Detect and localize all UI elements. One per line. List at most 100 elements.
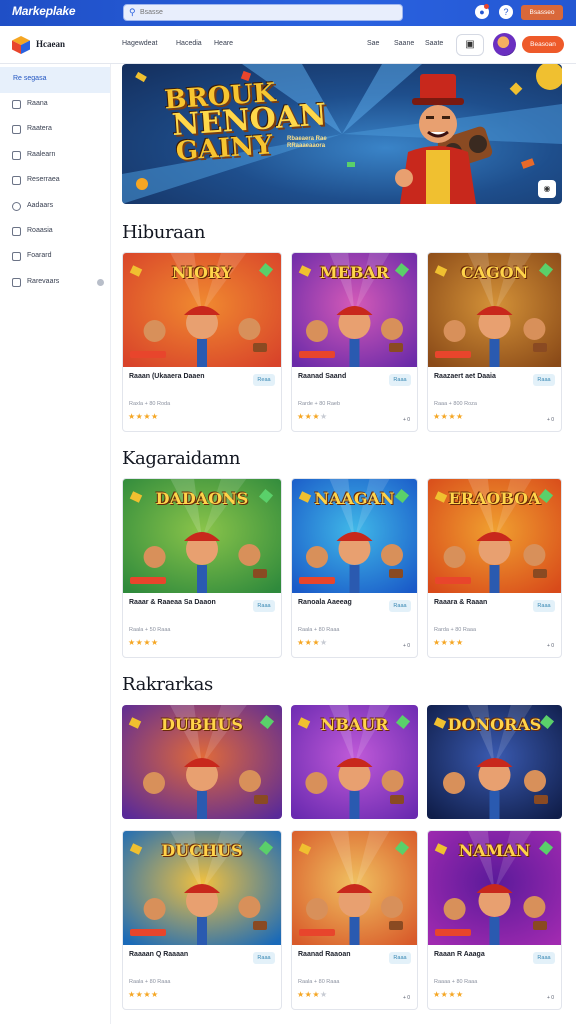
game-card[interactable]: ERAOBOA Raaara & Raaan Raaa Rarda + 80 Raaa…: [427, 478, 562, 658]
hero-banner[interactable]: BROUK NENOAN GAINY Rbaeaera Rae RRaaaeaa…: [122, 64, 562, 204]
top-button[interactable]: Bsasseo: [521, 5, 563, 20]
document-icon: [12, 151, 21, 160]
star-icon: ★: [128, 412, 136, 421]
sidebar-item-9[interactable]: Rarevaars: [0, 270, 110, 296]
price-chip[interactable]: Raaa: [533, 374, 555, 386]
sidebar-item-4[interactable]: Raalearn: [0, 143, 110, 169]
review-count: + 0: [403, 995, 411, 1001]
game-name[interactable]: Raaan R Aaaga: [434, 951, 485, 958]
game-name[interactable]: Ranoala Aaeeag: [298, 599, 352, 606]
review-count: + 0: [547, 643, 555, 649]
star-icon: ★: [448, 412, 457, 421]
sidebar-item-7[interactable]: Roaasia: [0, 219, 110, 245]
sidebar-item-2[interactable]: Raana: [0, 92, 110, 118]
sidebar: Re segasa Raana Raatera Raalearn Reserra…: [0, 64, 111, 1024]
sidebar-item-3[interactable]: Raatera: [0, 117, 110, 143]
cart-icon[interactable]: ▣: [456, 34, 484, 56]
sidebar-item-label: Reserraea: [27, 176, 60, 183]
sidebar-item-1[interactable]: Re segasa: [0, 67, 110, 93]
star-icon: ★: [312, 638, 321, 647]
game-tile[interactable]: DONORAS: [427, 705, 562, 819]
game-thumbnail[interactable]: [292, 831, 417, 945]
thumbnail-badge: [130, 577, 166, 584]
star-icon: ★: [128, 638, 136, 647]
price-chip[interactable]: Raaa: [253, 952, 275, 964]
nav-link-2[interactable]: Hacedia: [176, 40, 202, 47]
game-thumbnail[interactable]: NAMAN: [428, 831, 561, 945]
price-chip[interactable]: Raaa: [389, 600, 411, 612]
star-icon: ★: [297, 990, 305, 999]
top-bar: Markeplake ⚲ ● ? Bsasseo: [0, 0, 576, 26]
avatar[interactable]: [493, 33, 516, 56]
price-chip[interactable]: Reaa: [253, 374, 275, 386]
game-card[interactable]: CAGON Raazaert aet Daaia Raaa Raaa + 800 Ro…: [427, 252, 562, 432]
nav-link-1[interactable]: Hagewdeat: [122, 40, 157, 47]
cube-logo-icon[interactable]: [11, 35, 31, 55]
game-card[interactable]: DUCHUS Raaaan Q Raaaan Raaa Raala + 80 Raaa…: [122, 830, 282, 1010]
game-tile[interactable]: DUBHUS: [122, 705, 282, 819]
sidebar-item-8[interactable]: Foarard: [0, 244, 110, 270]
thumbnail-badge: [299, 351, 335, 358]
game-name[interactable]: Raanad Saand: [298, 373, 346, 380]
thumbnail-badge: [435, 929, 471, 936]
game-meta: Raxla + 80 Roda: [129, 401, 171, 407]
star-icon: ★: [151, 412, 159, 421]
hero-title: BROUK NENOAN GAINY: [163, 76, 329, 167]
camera-icon[interactable]: ◉: [538, 180, 556, 198]
sidebar-item-5[interactable]: Reserraea: [0, 168, 110, 194]
star-icon: ★: [456, 412, 464, 421]
game-name[interactable]: Raaar & Raaeaa Sa Daaon: [129, 599, 216, 606]
star-rating: ★★★★: [433, 990, 464, 999]
circle-icon: [12, 202, 21, 211]
game-thumbnail[interactable]: NAAGAN: [292, 479, 417, 593]
star-icon: ★: [151, 990, 159, 999]
info-icon: [97, 279, 104, 286]
cta-button[interactable]: Beasoan: [522, 36, 564, 53]
game-thumbnail[interactable]: DADAONS: [123, 479, 281, 593]
game-name[interactable]: Raaan (Ukaaera Daaen: [129, 373, 205, 380]
search-input[interactable]: [140, 6, 390, 19]
game-card[interactable]: NAAGAN Ranoala Aaeeag Raaa Raala + 80 Raaa ★…: [291, 478, 418, 658]
sidebar-item-6[interactable]: Aadaars: [0, 194, 110, 220]
game-card[interactable]: NIORY Raaan (Ukaaera Daaen Reaa Raxla + 80 …: [122, 252, 282, 432]
game-card[interactable]: Raanad Raaoan Raaa Raala + 80 Raaa ★★★★ + 0: [291, 830, 418, 1010]
game-card[interactable]: NAMAN Raaan R Aaaga Raaa Raaaa + 80 Raaa ★★★…: [427, 830, 562, 1010]
game-name[interactable]: Raaara & Raaan: [434, 599, 487, 606]
game-name[interactable]: Raazaert aet Daaia: [434, 373, 496, 380]
star-icon: ★: [312, 990, 321, 999]
game-thumbnail[interactable]: CAGON: [428, 253, 561, 367]
game-thumbnail[interactable]: ERAOBOA: [428, 479, 561, 593]
star-icon: ★: [433, 638, 441, 647]
folder-icon: [12, 125, 21, 134]
game-title-art: DUBHUS: [161, 715, 243, 734]
price-chip[interactable]: Raaa: [533, 952, 555, 964]
game-name[interactable]: Raaaan Q Raaaan: [129, 951, 188, 958]
brand-logo[interactable]: Markeplake: [12, 4, 76, 18]
star-rating: ★★★★: [433, 412, 464, 421]
game-thumbnail[interactable]: NIORY: [123, 253, 281, 367]
review-count: + 0: [403, 417, 411, 423]
game-card[interactable]: DADAONS Raaar & Raaeaa Sa Daaon Raaa Raala …: [122, 478, 282, 658]
nav-link-3[interactable]: Heare: [214, 40, 233, 47]
game-tile[interactable]: NBAUR: [291, 705, 418, 819]
star-rating: ★★★★: [297, 412, 328, 421]
thumbnail-badge: [130, 351, 166, 358]
game-card[interactable]: MEBAR Raanad Saand Raaa Rarde + 80 Raeb ★★★★…: [291, 252, 418, 432]
nav-right-link-1[interactable]: Sae: [367, 40, 379, 47]
nav-right-link-3[interactable]: Saate: [425, 40, 443, 47]
star-icon: ★: [320, 638, 328, 647]
game-thumbnail[interactable]: MEBAR: [292, 253, 417, 367]
price-chip[interactable]: Raaa: [389, 374, 411, 386]
price-chip[interactable]: Raaa: [533, 600, 555, 612]
star-icon: ★: [151, 638, 159, 647]
price-chip[interactable]: Raaa: [389, 952, 411, 964]
game-thumbnail[interactable]: DUCHUS: [123, 831, 281, 945]
help-icon[interactable]: ?: [499, 5, 513, 19]
search-bar[interactable]: ⚲: [123, 4, 403, 21]
review-count: + 0: [547, 417, 555, 423]
sidebar-item-label: Foarard: [27, 252, 52, 259]
game-name[interactable]: Raanad Raaoan: [298, 951, 351, 958]
nav-right-link-2[interactable]: Saane: [394, 40, 414, 47]
notification-badge: [484, 4, 489, 9]
price-chip[interactable]: Raaa: [253, 600, 275, 612]
